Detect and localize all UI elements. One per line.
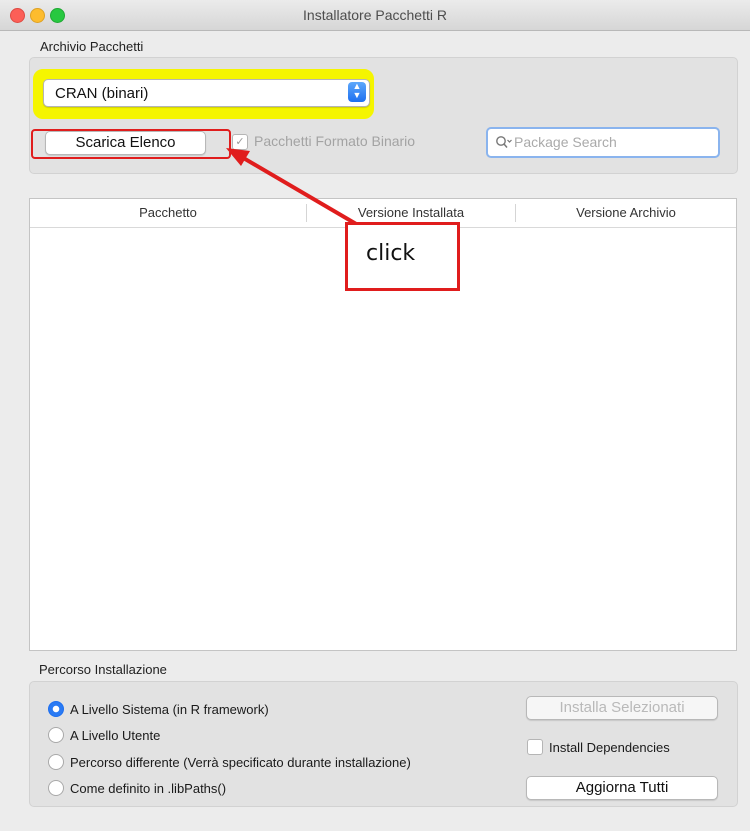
click-annotation-box: click [345,222,460,291]
radio-user-level[interactable] [48,727,64,743]
radio-libpaths[interactable] [48,780,64,796]
install-dependencies-label: Install Dependencies [549,740,670,755]
radio-other-path-label: Percorso differente (Verrà specificato d… [70,755,411,770]
radio-system-level[interactable] [48,701,64,717]
install-dependencies-checkbox[interactable] [527,739,543,755]
radio-other-path[interactable] [48,754,64,770]
install-selected-button[interactable]: Installa Selezionati [526,696,718,720]
click-annotation-label: click [366,241,416,266]
radio-libpaths-label: Come definito in .libPaths() [70,781,227,796]
install-path-section-label: Percorso Installazione [39,662,167,677]
radio-system-level-label: A Livello Sistema (in R framework) [70,702,269,717]
update-all-button[interactable]: Aggiorna Tutti [526,776,718,800]
radio-user-level-label: A Livello Utente [70,728,161,743]
